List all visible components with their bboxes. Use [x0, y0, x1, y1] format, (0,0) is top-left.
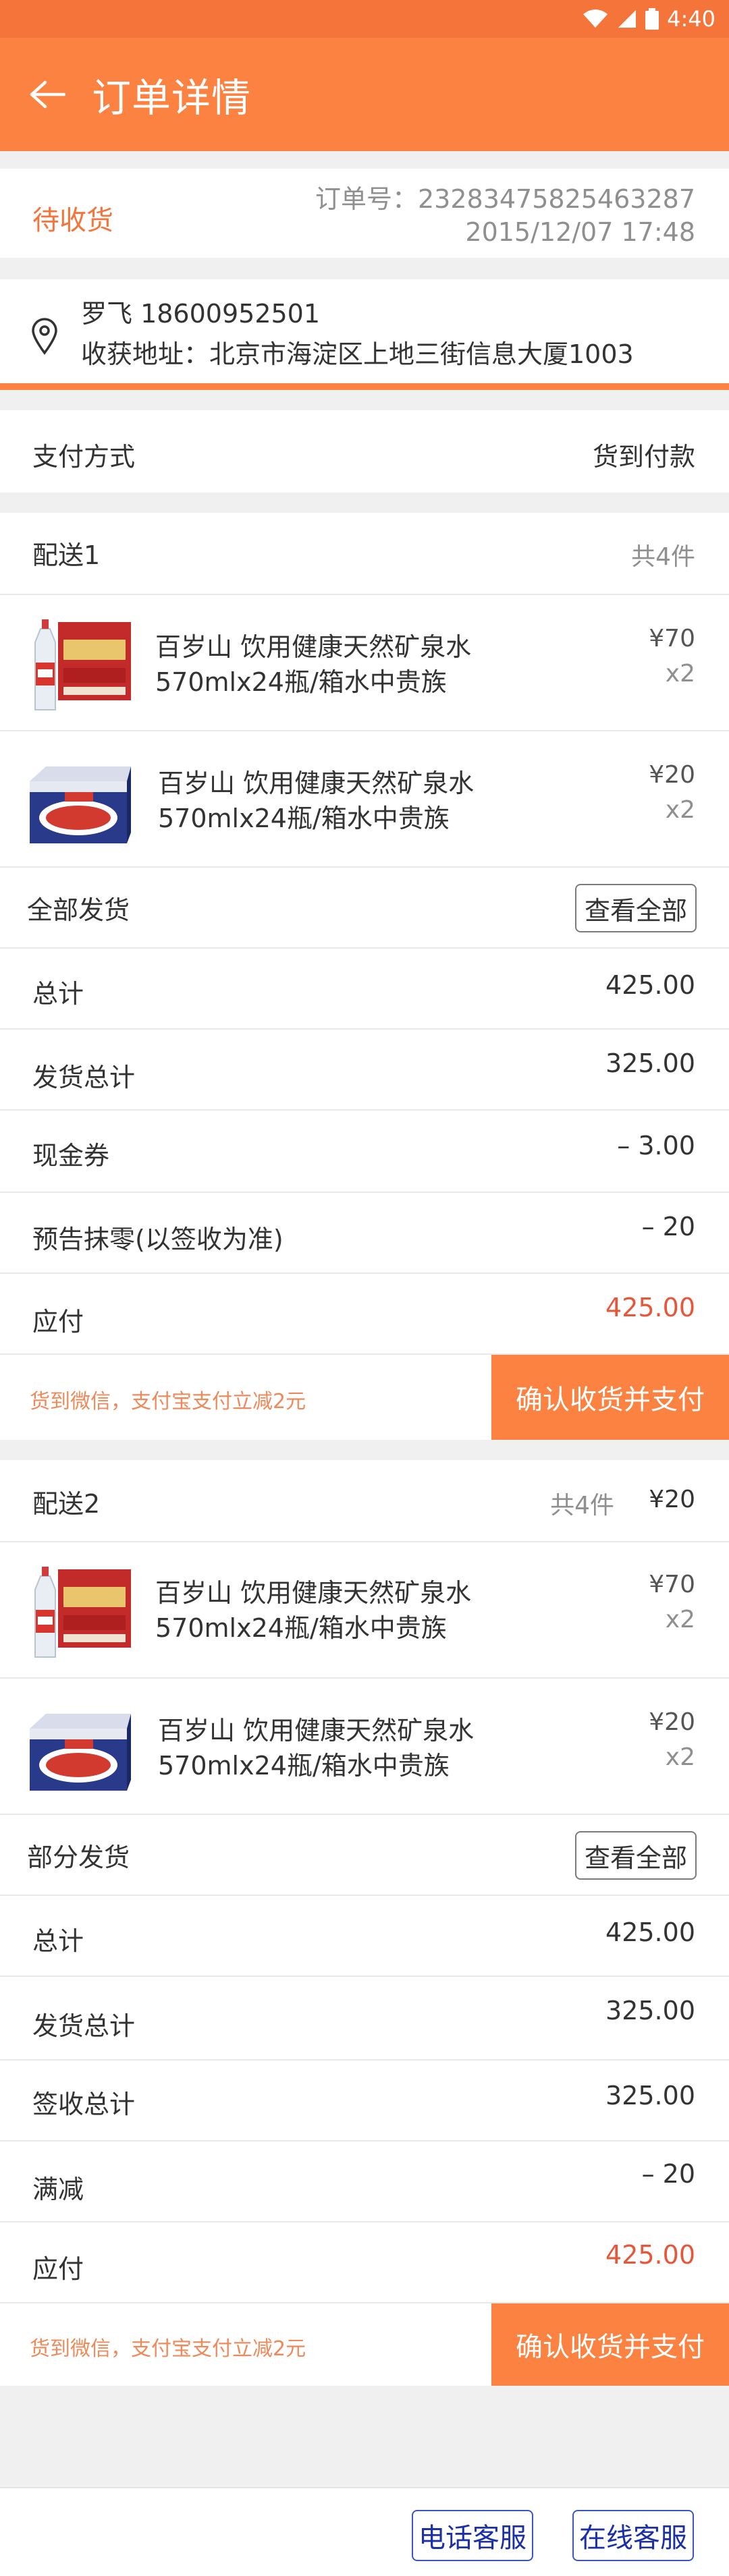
summary-row-shipped-total: 发货总计 325.00: [0, 1030, 729, 1109]
summary-value: – 20: [641, 2159, 695, 2189]
shipping-status: 全部发货: [27, 895, 130, 925]
summary-value: 325.00: [605, 1048, 695, 1078]
confirm-receipt-pay-button[interactable]: 确认收货并支付: [491, 2303, 729, 2386]
promo-text: 货到微信，支付宝支付立减2元: [30, 1390, 306, 1413]
summary-row-total: 总计 425.00: [0, 1896, 729, 1976]
summary-row-payable: 应付 425.00: [0, 2222, 729, 2302]
wifi-icon: [582, 9, 609, 29]
delivery-header: 配送2 共4件 ¥20: [0, 1460, 729, 1541]
product-price: ¥20: [649, 761, 695, 789]
recipient-name-phone: 罗飞 18600952501: [81, 299, 321, 329]
summary-row-payable: 应付 425.00: [0, 1274, 729, 1353]
product-price: ¥70: [649, 625, 695, 652]
promo-text: 货到微信，支付宝支付立减2元: [30, 2337, 306, 2361]
app-bar: 订单详情: [0, 38, 729, 151]
summary-row-discount: 满减 – 20: [0, 2141, 729, 2221]
delivery-count: 共4件: [631, 543, 695, 571]
view-all-button[interactable]: 查看全部: [575, 884, 697, 932]
payment-method-value: 货到付款: [592, 442, 695, 472]
summary-label: 现金券: [32, 1141, 110, 1171]
battery-icon: [645, 8, 659, 30]
shipping-status: 部分发货: [27, 1843, 130, 1872]
product-quantity: x2: [665, 660, 695, 688]
product-name: 百岁山 饮用健康天然矿泉水: [158, 1716, 475, 1745]
summary-value: 325.00: [605, 1996, 695, 2025]
order-status: 待收货: [32, 205, 113, 236]
product-item[interactable]: 百岁山 饮用健康天然矿泉水 570mlx24瓶/箱水中贵族 ¥70 x2: [0, 595, 729, 730]
order-status-card: 待收货 订单号：23283475825463287 2015/12/07 17:…: [0, 169, 729, 258]
product-item[interactable]: 百岁山 饮用健康天然矿泉水 570mlx24瓶/箱水中贵族 ¥20 x2: [0, 731, 729, 866]
product-quantity: x2: [665, 1606, 695, 1633]
delivery-title: 配送2: [32, 1489, 101, 1519]
summary-row-rounding: 预告抹零(以签收为准) – 20: [0, 1193, 729, 1272]
product-name: 百岁山 饮用健康天然矿泉水: [155, 1578, 472, 1608]
shipping-status-row: 部分发货 查看全部: [0, 1815, 729, 1895]
payable-amount: 425.00: [605, 2240, 695, 2270]
delivery-count: 共4件: [550, 1492, 614, 1519]
product-quantity: x2: [665, 1743, 695, 1771]
summary-label: 发货总计: [32, 1063, 136, 1092]
location-pin-icon: [31, 317, 58, 358]
summary-label: 应付: [32, 1307, 84, 1337]
summary-label: 总计: [32, 1926, 84, 1956]
back-button[interactable]: [26, 73, 69, 116]
summary-value: – 20: [641, 1212, 695, 1241]
water-bottle-box-red-image: [34, 1567, 131, 1658]
shipping-status-row: 全部发货 查看全部: [0, 868, 729, 947]
address-card[interactable]: 罗飞 18600952501 收获地址：北京市海淀区上地三街信息大厦1003: [0, 279, 729, 386]
summary-value: – 3.00: [617, 1131, 695, 1160]
summary-value: 325.00: [605, 2081, 695, 2110]
summary-label: 签收总计: [32, 2090, 136, 2119]
product-item[interactable]: 百岁山 饮用健康天然矿泉水 570mlx24瓶/箱水中贵族 ¥70 x2: [0, 1542, 729, 1677]
delivery-address: 收获地址：北京市海淀区上地三街信息大厦1003: [81, 339, 634, 369]
water-box-blue-image: [30, 766, 131, 843]
page-title: 订单详情: [92, 75, 252, 121]
product-price: ¥70: [649, 1571, 695, 1598]
delivery-section-2: 配送2 共4件 ¥20 百岁山 饮用健康天然矿泉水 570mlx24瓶/箱水中贵…: [0, 1460, 729, 2386]
summary-label: 满减: [32, 2175, 84, 2204]
water-box-blue-image: [30, 1714, 131, 1791]
payment-method-label: 支付方式: [32, 442, 136, 472]
payment-action-row: 货到微信，支付宝支付立减2元 确认收货并支付: [0, 2303, 729, 2386]
payable-amount: 425.00: [605, 1293, 695, 1322]
status-bar: 4:40: [0, 0, 729, 38]
order-number: 订单号：23283475825463287: [315, 184, 695, 214]
signal-icon: [617, 9, 637, 29]
summary-row-total: 总计 425.00: [0, 949, 729, 1028]
summary-value: 425.00: [605, 1917, 695, 1947]
phone-service-button[interactable]: 电话客服: [412, 2510, 533, 2561]
online-service-button[interactable]: 在线客服: [572, 2510, 694, 2561]
product-name: 百岁山 饮用健康天然矿泉水: [158, 768, 475, 798]
product-spec: 570mlx24瓶/箱水中贵族: [158, 804, 450, 833]
water-bottle-box-red-image: [34, 619, 131, 710]
product-price: ¥20: [649, 1708, 695, 1736]
footer-bar: 电话客服 在线客服: [0, 2487, 729, 2576]
status-time: 4:40: [667, 6, 716, 32]
payment-method-row: 支付方式 货到付款: [0, 410, 729, 493]
product-name: 百岁山 饮用健康天然矿泉水: [155, 632, 472, 662]
product-quantity: x2: [665, 796, 695, 824]
summary-label: 预告抹零(以签收为准): [32, 1225, 284, 1254]
summary-row-cash-coupon: 现金券 – 3.00: [0, 1111, 729, 1192]
product-spec: 570mlx24瓶/箱水中贵族: [158, 1751, 450, 1781]
summary-value: 425.00: [605, 970, 695, 1000]
summary-label: 总计: [32, 979, 84, 1009]
summary-label: 发货总计: [32, 2011, 136, 2041]
address-accent-line: [0, 383, 729, 390]
product-spec: 570mlx24瓶/箱水中贵族: [155, 1613, 447, 1643]
order-datetime: 2015/12/07 17:48: [465, 217, 695, 247]
delivery-header: 配送1 共4件: [0, 513, 729, 594]
product-spec: 570mlx24瓶/箱水中贵族: [155, 667, 447, 697]
product-item[interactable]: 百岁山 饮用健康天然矿泉水 570mlx24瓶/箱水中贵族 ¥20 x2: [0, 1679, 729, 1814]
view-all-button[interactable]: 查看全部: [575, 1831, 697, 1880]
confirm-receipt-pay-button[interactable]: 确认收货并支付: [491, 1355, 729, 1440]
back-arrow-icon: [30, 80, 65, 109]
summary-row-received-total: 签收总计 325.00: [0, 2061, 729, 2140]
summary-row-shipped-total: 发货总计 325.00: [0, 1977, 729, 2059]
delivery-title: 配送1: [32, 540, 101, 570]
delivery-section-1: 配送1 共4件 百岁山 饮用健康天然矿泉水 570mlx24瓶/箱水中贵族 ¥7…: [0, 513, 729, 1440]
payment-action-row: 货到微信，支付宝支付立减2元 确认收货并支付: [0, 1355, 729, 1440]
summary-label: 应付: [32, 2254, 84, 2284]
delivery-price: ¥20: [649, 1486, 695, 1513]
